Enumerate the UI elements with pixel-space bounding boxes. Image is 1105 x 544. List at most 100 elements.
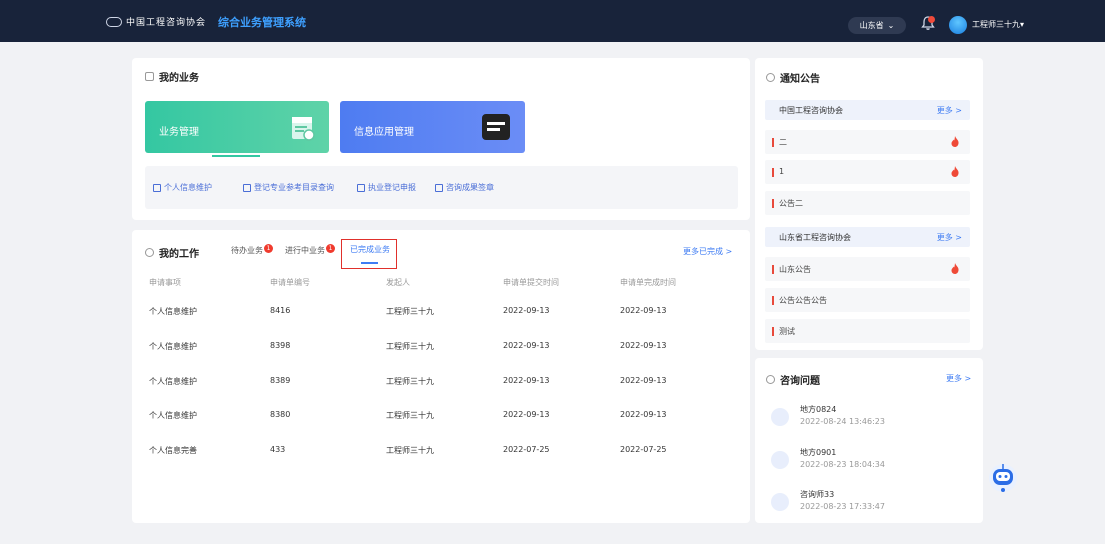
questions-more-link[interactable]: 更多 >: [946, 373, 971, 384]
association-logo[interactable]: 中国工程咨询协会: [106, 15, 206, 28]
notice-text: 1: [779, 167, 785, 176]
top-navigation-bar: 中国工程咨询协会 综合业务管理系统 山东省 ⌄ 工程师三十九▾: [0, 0, 1105, 42]
question-title: 咨询师33: [800, 490, 835, 499]
column-header-number: 申请单编号: [270, 278, 310, 287]
question-item[interactable]: 咨询师33 2022-08-23 17:33:47: [765, 487, 970, 517]
logo-icon: [106, 16, 122, 27]
cell-complete-time: 2022-09-13: [620, 410, 667, 419]
hot-flame-icon: [951, 136, 959, 147]
tile-active-indicator: [212, 155, 260, 157]
column-header-complete-time: 申请单完成时间: [620, 278, 676, 287]
highlight-box: [341, 239, 397, 269]
shortcut-label: 咨询成果签章: [446, 183, 494, 192]
my-business-title-text: 我的业务: [159, 73, 199, 84]
question-time: 2022-08-23 17:33:47: [800, 502, 885, 511]
shortcut-personal-info[interactable]: 个人信息维护: [153, 182, 212, 193]
notice-text: 公告公告公告: [779, 296, 827, 305]
notice-item[interactable]: 二: [765, 130, 970, 154]
notice-group-name: 中国工程咨询协会: [779, 106, 843, 115]
notice-more-link[interactable]: 更多 >: [937, 232, 962, 243]
notice-text: 公告二: [779, 199, 803, 208]
system-title: 综合业务管理系统: [218, 16, 306, 29]
cell-number: 8416: [270, 306, 291, 315]
avatar[interactable]: [949, 16, 967, 34]
question-item[interactable]: 地方0901 2022-08-23 18:04:34: [765, 445, 970, 475]
caret-down-icon: ▾: [1020, 20, 1025, 29]
questions-title: 咨询问题: [766, 372, 820, 387]
notice-item[interactable]: 1: [765, 160, 970, 184]
my-work-title-text: 我的工作: [159, 249, 199, 260]
tab-in-progress[interactable]: 进行中业务 1: [285, 244, 335, 256]
shortcut-label: 执业登记申报: [368, 183, 416, 192]
id-card-icon: [153, 183, 161, 192]
cell-submit-time: 2022-09-13: [503, 376, 550, 385]
notification-dot: [928, 16, 935, 23]
column-header-submit-time: 申请单提交时间: [503, 278, 559, 287]
work-icon: [145, 248, 154, 257]
notice-item[interactable]: 公告公告公告: [765, 288, 970, 312]
notice-item[interactable]: 山东公告: [765, 257, 970, 281]
notice-group-header: 山东省工程咨询协会 更多 >: [765, 227, 970, 247]
notice-bullet: [772, 327, 774, 336]
notice-text: 山东公告: [779, 265, 811, 274]
cell-complete-time: 2022-09-13: [620, 376, 667, 385]
notice-item[interactable]: 测试: [765, 319, 970, 343]
cell-item: 个人信息完善: [149, 446, 197, 455]
bell-icon: [771, 493, 789, 511]
in-progress-count-badge: 1: [326, 244, 335, 253]
my-business-title: 我的业务: [145, 69, 199, 84]
robot-assistant-icon[interactable]: [985, 460, 1021, 496]
cell-item: 个人信息维护: [149, 377, 197, 386]
shortcut-consulting-signature[interactable]: 咨询成果签章: [435, 182, 494, 193]
shortcut-practice-registration[interactable]: 执业登记申报: [357, 182, 416, 193]
cell-submit-time: 2022-09-13: [503, 410, 550, 419]
cell-complete-time: 2022-09-13: [620, 341, 667, 350]
question-time: 2022-08-23 18:04:34: [800, 460, 885, 469]
username-label: 工程师三十九: [972, 20, 1020, 29]
notice-icon: [766, 73, 775, 82]
notice-group-header: 中国工程咨询协会 更多 >: [765, 100, 970, 120]
cell-initiator: 工程师三十九: [386, 446, 434, 455]
bell-icon: [771, 408, 789, 426]
notice-bullet: [772, 168, 774, 177]
tile-info-application-management[interactable]: 信息应用管理: [340, 101, 525, 153]
notices-title-text: 通知公告: [780, 74, 820, 85]
tile-business-management[interactable]: 业务管理: [145, 101, 329, 153]
notice-bullet: [772, 138, 774, 147]
stamp-icon: [435, 183, 443, 192]
more-completed-link[interactable]: 更多已完成 >: [683, 246, 732, 257]
notice-text: 测试: [779, 327, 795, 336]
notice-bullet: [772, 265, 774, 274]
shortcut-label: 个人信息维护: [164, 183, 212, 192]
region-select[interactable]: 山东省 ⌄: [848, 17, 906, 34]
hot-flame-icon: [951, 263, 959, 274]
shortcut-registration-catalog[interactable]: 登记专业参考目录查询: [243, 182, 334, 193]
notice-bullet: [772, 296, 774, 305]
chevron-down-icon: ⌄: [887, 21, 895, 30]
notice-text: 二: [779, 138, 787, 147]
question-title: 地方0824: [800, 405, 837, 414]
notice-more-link[interactable]: 更多 >: [937, 105, 962, 116]
business-icon: [145, 72, 154, 81]
cell-submit-time: 2022-09-13: [503, 341, 550, 350]
cell-item: 个人信息维护: [149, 411, 197, 420]
question-title: 地方0901: [800, 448, 837, 457]
cell-submit-time: 2022-09-13: [503, 306, 550, 315]
region-label: 山东省: [859, 21, 884, 30]
tab-pending[interactable]: 待办业务 1: [231, 244, 273, 256]
form-icon: [357, 183, 365, 192]
logo-text: 中国工程咨询协会: [126, 18, 207, 28]
cell-initiator: 工程师三十九: [386, 411, 434, 420]
shortcut-label: 登记专业参考目录查询: [254, 183, 334, 192]
cell-complete-time: 2022-07-25: [620, 445, 667, 454]
notice-item[interactable]: 公告二: [765, 191, 970, 215]
my-work-title: 我的工作: [145, 245, 199, 260]
cell-item: 个人信息维护: [149, 342, 197, 351]
document-icon: [482, 114, 510, 140]
question-time: 2022-08-24 13:46:23: [800, 417, 885, 426]
tile-business-management-label: 业务管理: [159, 127, 199, 138]
username-menu[interactable]: 工程师三十九▾: [972, 19, 1024, 30]
tab-in-progress-label: 进行中业务: [285, 246, 325, 255]
question-item[interactable]: 地方0824 2022-08-24 13:46:23: [765, 402, 970, 432]
calendar-icon: [292, 117, 315, 141]
